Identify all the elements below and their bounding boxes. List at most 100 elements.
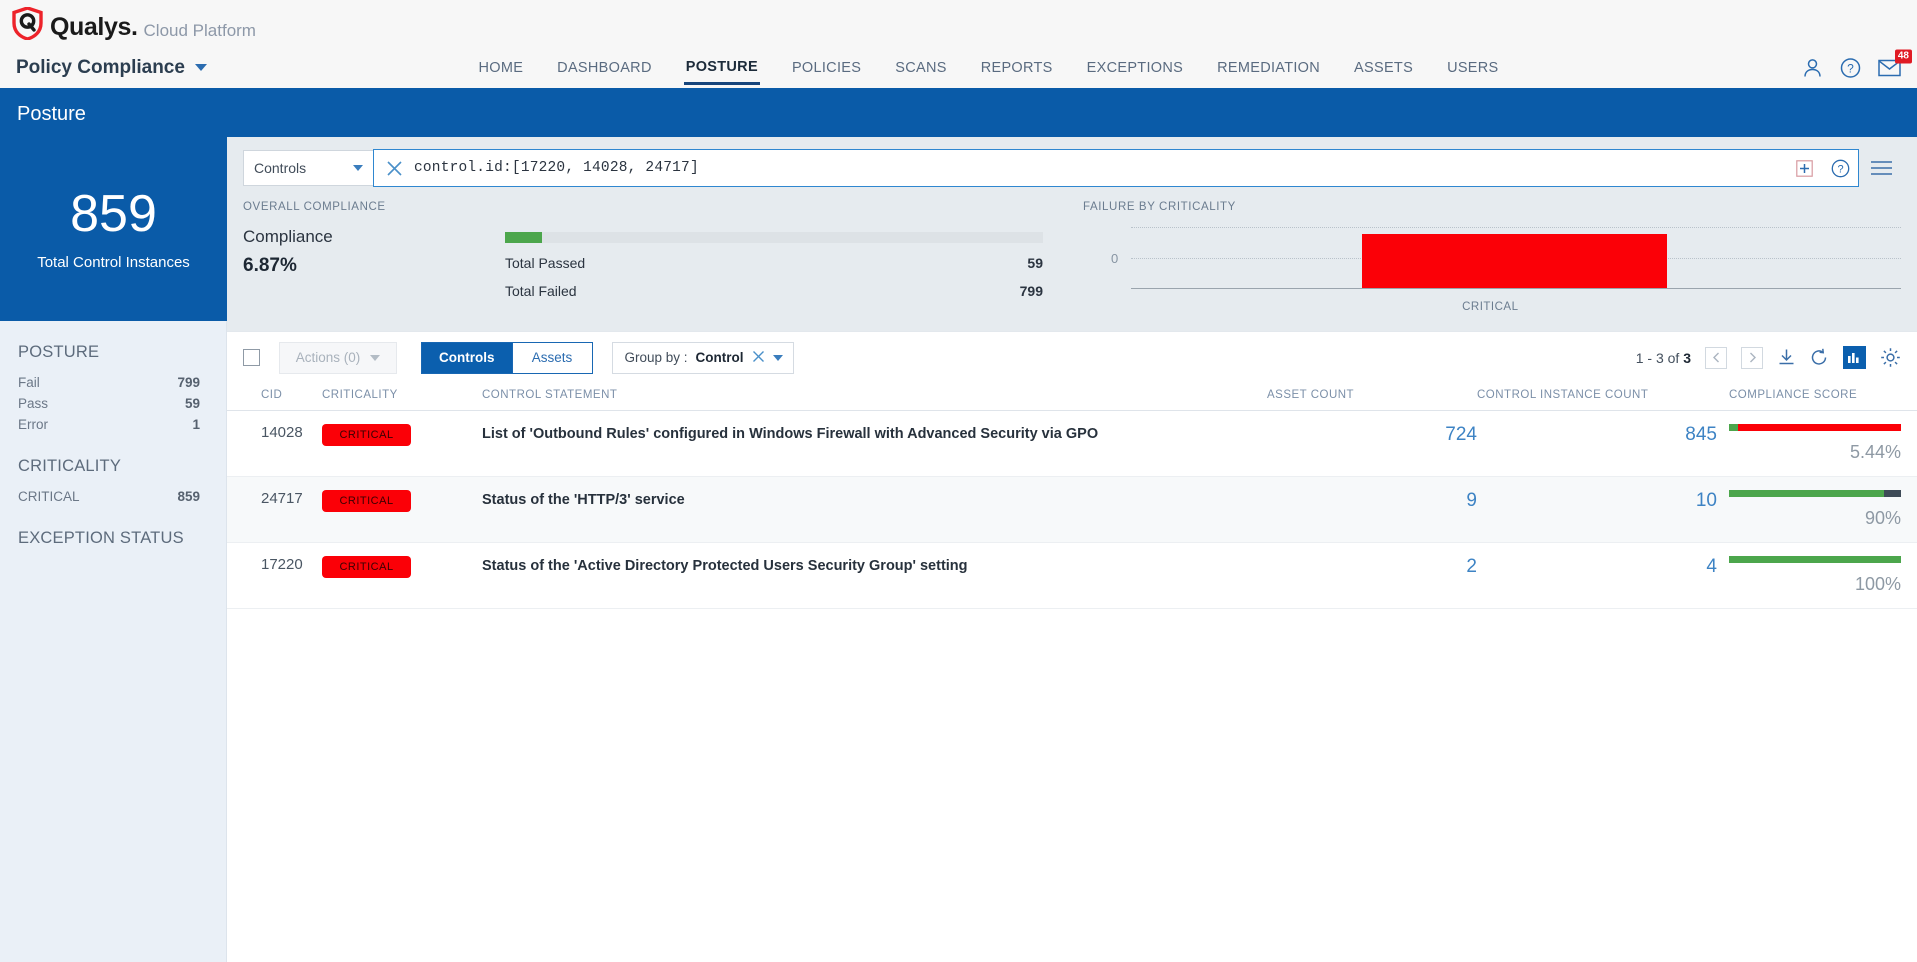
tab-assets[interactable]: Assets <box>512 341 593 374</box>
refresh-icon[interactable] <box>1810 348 1829 367</box>
kpi-value: 859 <box>70 184 157 243</box>
summary-strip: OVERALL COMPLIANCE Compliance 6.87% Tota… <box>227 187 1917 331</box>
cell-cid[interactable]: 14028 <box>261 424 303 441</box>
cell-cid[interactable]: 24717 <box>261 490 303 507</box>
score-segment-fail <box>1738 424 1901 431</box>
help-question-icon[interactable]: ? <box>1840 57 1861 78</box>
nav-item-dashboard[interactable]: DASHBOARD <box>555 51 654 84</box>
facet-filters: POSTURE Fail 799 Pass 59 Error 1 CRITICA… <box>0 321 227 962</box>
compliance-percent: 6.87% <box>243 255 297 276</box>
nav-item-home[interactable]: HOME <box>476 51 525 84</box>
nav-item-scans[interactable]: SCANS <box>893 51 948 84</box>
mail-unread-badge: 48 <box>1894 49 1912 63</box>
table-row[interactable]: 24717 CRITICAL Status of the 'HTTP/3' se… <box>227 476 1917 543</box>
score-segment-error <box>1883 490 1901 497</box>
failure-by-criticality-card: FAILURE BY CRITICALITY 0 CRITICAL <box>1043 201 1901 321</box>
facet-item-error[interactable]: Error 1 <box>18 414 200 435</box>
failure-by-criticality-chart: 0 CRITICAL <box>1083 227 1901 321</box>
group-by-clear-icon[interactable] <box>752 350 765 366</box>
table-row[interactable]: 14028 CRITICAL List of 'Outbound Rules' … <box>227 410 1917 477</box>
facet-item-fail[interactable]: Fail 799 <box>18 372 200 393</box>
cell-control-instance-count[interactable]: 10 <box>1696 490 1717 511</box>
user-account-icon[interactable] <box>1802 57 1823 78</box>
kpi-label: Total Control Instances <box>37 253 190 271</box>
gear-icon[interactable] <box>1880 347 1901 368</box>
add-filter-icon[interactable] <box>1786 159 1822 177</box>
nav-item-users[interactable]: USERS <box>1445 51 1500 84</box>
search-box[interactable]: control.id:[17220, 14028, 24717] ? <box>373 149 1859 187</box>
group-by-control[interactable]: Group by : Control <box>611 341 794 374</box>
brand-name: Qualys <box>50 13 131 41</box>
facet-value: 59 <box>184 396 200 411</box>
cell-asset-count[interactable]: 724 <box>1445 424 1477 445</box>
prev-page-button[interactable] <box>1705 346 1727 369</box>
overall-compliance-card: OVERALL COMPLIANCE Compliance 6.87% Tota… <box>243 201 1043 321</box>
criticality-badge[interactable]: CRITICAL <box>322 424 411 446</box>
criticality-badge[interactable]: CRITICAL <box>322 490 411 512</box>
download-icon[interactable] <box>1777 348 1796 367</box>
compliance-score-bar <box>1729 490 1901 497</box>
chart-y-tick-zero: 0 <box>1111 251 1119 266</box>
nav-item-exceptions[interactable]: EXCEPTIONS <box>1085 51 1185 84</box>
qualys-shield-logo-icon <box>12 7 43 40</box>
total-failed-value: 799 <box>1019 283 1043 299</box>
score-segment-pass <box>1729 490 1884 497</box>
column-header-criticality[interactable]: CRITICALITY <box>322 383 482 411</box>
cell-asset-count[interactable]: 9 <box>1466 490 1477 511</box>
nav-item-policies[interactable]: POLICIES <box>790 51 863 84</box>
compliance-progress-fill <box>505 232 542 243</box>
nav-item-remediation[interactable]: REMEDIATION <box>1215 51 1322 84</box>
svg-text:?: ? <box>1837 163 1843 175</box>
pager-range-text: 1 - 3 of <box>1635 349 1680 366</box>
qualys-logo[interactable]: Qualys . Cloud Platform <box>12 7 256 40</box>
column-header-asset-count[interactable]: ASSET COUNT <box>1267 383 1477 411</box>
facet-item-critical[interactable]: CRITICAL 859 <box>18 486 200 507</box>
cell-asset-count[interactable]: 2 <box>1466 556 1477 577</box>
cell-cid[interactable]: 17220 <box>261 556 303 573</box>
nav-item-posture[interactable]: POSTURE <box>683 50 760 86</box>
total-passed-value: 59 <box>1027 255 1043 271</box>
actions-button[interactable]: Actions (0) <box>279 341 397 374</box>
actions-label: Actions (0) <box>295 350 361 365</box>
module-switcher[interactable]: Policy Compliance <box>16 57 207 79</box>
facet-label: Fail <box>18 375 40 390</box>
criticality-badge[interactable]: CRITICAL <box>322 556 411 578</box>
nav-item-reports[interactable]: REPORTS <box>979 51 1055 84</box>
mail-envelope-icon[interactable]: 48 <box>1878 49 1912 77</box>
cell-control-statement[interactable]: List of 'Outbound Rules' configured in W… <box>482 424 1227 445</box>
select-all-checkbox[interactable] <box>243 349 260 366</box>
nav-item-assets[interactable]: ASSETS <box>1352 51 1415 84</box>
cell-control-statement[interactable]: Status of the 'Active Directory Protecte… <box>482 556 1227 577</box>
group-by-value: Control <box>695 350 744 365</box>
cell-control-instance-count[interactable]: 845 <box>1685 424 1717 445</box>
chart-x-label-critical: CRITICAL <box>1462 301 1519 313</box>
column-header-control-statement[interactable]: CONTROL STATEMENT <box>482 383 1267 411</box>
brand-period: . <box>130 13 138 41</box>
score-segment-pass <box>1729 556 1901 563</box>
search-input[interactable]: control.id:[17220, 14028, 24717] <box>414 160 1786 176</box>
column-header-control-instance-count[interactable]: CONTROL INSTANCE COUNT <box>1477 383 1717 411</box>
page-title: Posture <box>0 92 1917 137</box>
search-help-icon[interactable]: ? <box>1822 159 1858 178</box>
cell-control-statement[interactable]: Status of the 'HTTP/3' service <box>482 490 1227 511</box>
chevron-down-icon <box>353 165 363 171</box>
column-header-cid[interactable]: CID <box>227 383 322 411</box>
tab-controls[interactable]: Controls <box>421 341 513 374</box>
hamburger-menu-icon[interactable] <box>1859 160 1903 176</box>
search-row: Controls control.id:[17220, 14028, 24717… <box>227 137 1917 187</box>
table-row[interactable]: 17220 CRITICAL Status of the 'Active Dir… <box>227 542 1917 609</box>
next-page-button[interactable] <box>1741 346 1763 369</box>
facet-value: 1 <box>192 417 200 432</box>
bar-chart-icon[interactable] <box>1843 346 1866 369</box>
pager-total: 3 <box>1683 349 1691 366</box>
clear-search-icon[interactable] <box>374 160 414 177</box>
column-header-compliance-score[interactable]: COMPLIANCE SCORE <box>1717 383 1917 411</box>
search-scope-select[interactable]: Controls <box>243 150 373 186</box>
cell-control-instance-count[interactable]: 4 <box>1706 556 1717 577</box>
facet-label: CRITICAL <box>18 489 80 504</box>
chart-bar-critical[interactable] <box>1362 233 1667 288</box>
facet-item-pass[interactable]: Pass 59 <box>18 393 200 414</box>
facet-group-title-exception-status: EXCEPTION STATUS <box>18 529 184 547</box>
view-segment-control: Controls Assets <box>421 341 593 374</box>
overall-compliance-label: OVERALL COMPLIANCE <box>243 201 386 213</box>
